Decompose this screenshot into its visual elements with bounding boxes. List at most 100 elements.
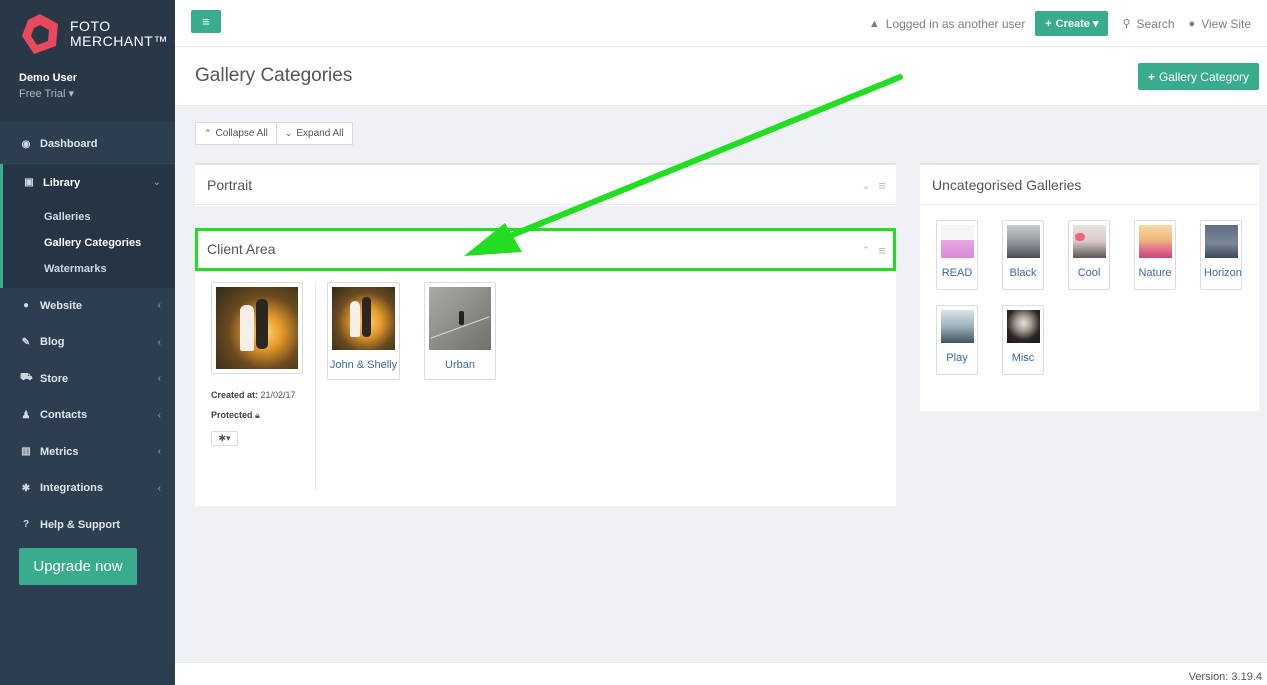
edit-icon: ✎ [21, 336, 31, 348]
protected-text: Protected 🔒︎ [211, 410, 260, 421]
gallery-name[interactable]: Misc [1003, 352, 1043, 364]
cover-photo [216, 287, 298, 369]
sidebar-item-blog[interactable]: ✎ Blog ‹ [0, 324, 175, 361]
caret-down-icon: ▾ [1092, 18, 1099, 30]
gallery-name[interactable]: Black [1003, 267, 1043, 279]
sidebar-item-label: Contacts [40, 409, 88, 422]
chevron-left-icon: ‹ [157, 373, 161, 385]
top-bar: ≡ ▲ Logged in as another user + Create ▾… [175, 0, 1267, 47]
chevron-up-icon[interactable]: ⌃ [861, 244, 870, 257]
gallery-thumb[interactable]: Urban [424, 282, 496, 380]
library-subnav: Galleries Gallery Categories Watermarks [0, 201, 175, 288]
page-header: Gallery Categories + Gallery Category [175, 47, 1267, 106]
gallery-thumb[interactable]: Misc [1002, 305, 1044, 375]
gallery-thumb[interactable]: Horizon [1200, 220, 1242, 290]
expand-all-label: Expand All [296, 128, 344, 139]
sidebar-subitem-watermarks[interactable]: Watermarks [3, 256, 175, 282]
collapse-expand-toolbar: ⌃ Collapse All ⌄ Expand All [195, 122, 353, 145]
sidebar-subitem-galleries[interactable]: Galleries [3, 204, 175, 230]
plus-icon: + [1147, 69, 1155, 84]
search-label: Search [1136, 16, 1175, 31]
chevron-left-icon: ‹ [157, 446, 161, 458]
footer: Version: 3.19.4 [175, 662, 1267, 685]
divider [315, 282, 316, 490]
gallery-name[interactable]: Nature [1135, 267, 1175, 279]
drag-handle-icon[interactable]: ≡ [878, 243, 886, 258]
search-link[interactable]: ⚲ Search [1122, 17, 1174, 31]
gallery-thumb[interactable]: Play [936, 305, 978, 375]
chevron-down-icon: ⌄ [284, 128, 293, 138]
create-dropdown-button[interactable]: + Create ▾ [1035, 11, 1109, 36]
gallery-photo [1205, 225, 1238, 258]
sidebar-item-library[interactable]: ▣ Library ⌄ [0, 163, 175, 202]
sidebar-nav: ◉ Dashboard ▣ Library ⌄ Galleries Galler… [0, 122, 175, 543]
gallery-thumb[interactable]: Cool [1068, 220, 1110, 290]
sidebar-subitem-gallery-categories[interactable]: Gallery Categories [3, 230, 175, 256]
chevron-left-icon: ‹ [157, 482, 161, 494]
uncategorised-title: Uncategorised Galleries [932, 176, 1082, 193]
gallery-photo [1007, 225, 1040, 258]
gallery-name[interactable]: John & Shelly [328, 359, 399, 371]
category-header-client-area[interactable]: Client Area ⌃ ≡ [195, 228, 896, 271]
upgrade-now-button[interactable]: Upgrade now [19, 548, 137, 585]
chevron-left-icon: ‹ [157, 300, 161, 312]
created-at-label: Created at: [211, 390, 259, 400]
gallery-name[interactable]: Urban [425, 359, 495, 371]
gallery-photo [1073, 225, 1106, 258]
sidebar-item-contacts[interactable]: ♟ Contacts ‹ [0, 397, 175, 434]
category-settings-button[interactable]: ✱▾ [211, 431, 238, 446]
sidebar-item-website[interactable]: ● Website ‹ [0, 288, 175, 325]
gallery-thumb[interactable]: Nature [1134, 220, 1176, 290]
create-label: Create [1055, 17, 1090, 30]
gallery-thumb[interactable]: Black [1002, 220, 1044, 290]
panel-tools: ⌃ ≡ [861, 243, 886, 258]
sidebar-item-integrations[interactable]: ✱ Integrations ‹ [0, 470, 175, 507]
gallery-name[interactable]: Play [937, 352, 977, 364]
version-text: Version: 3.19.4 [1188, 671, 1262, 683]
brand-line1: FOTO [70, 18, 111, 34]
top-bar-actions: ▲ Logged in as another user + Create ▾ ⚲… [855, 11, 1251, 36]
user-plan-dropdown[interactable]: Free Trial ▾ [19, 87, 74, 100]
collapse-all-button[interactable]: ⌃ Collapse All [195, 122, 277, 145]
category-header-portrait[interactable]: Portrait ⌄ ≡ [195, 165, 896, 205]
add-gallery-category-label: Gallery Category [1158, 69, 1249, 84]
category-title: Client Area [207, 241, 276, 257]
logo-mark-icon [18, 12, 62, 56]
view-site-label: View Site [1201, 16, 1251, 31]
drag-handle-icon[interactable]: ≡ [878, 178, 886, 193]
sidebar-item-label: Help & Support [40, 518, 121, 531]
menu-toggle-button[interactable]: ≡ [191, 10, 221, 33]
gallery-name[interactable]: Cool [1069, 267, 1109, 279]
sidebar-item-label: Library [43, 176, 81, 189]
gallery-thumb[interactable]: READ [936, 220, 978, 290]
sidebar-item-label: Website [40, 299, 82, 312]
chevron-up-icon: ⌃ [204, 128, 212, 138]
gallery-name[interactable]: READ [937, 267, 977, 279]
view-site-link[interactable]: ● View Site [1189, 17, 1251, 31]
protected-label: Protected [211, 410, 253, 420]
category-cover-image[interactable] [211, 282, 303, 374]
logged-in-label: Logged in as another user [885, 16, 1026, 31]
user-name: Demo User [19, 72, 78, 84]
gallery-name[interactable]: Horizon [1201, 267, 1241, 279]
caret-down-icon: ▾ [68, 88, 75, 100]
hamburger-icon: ≡ [202, 14, 210, 29]
gallery-thumb[interactable]: John & Shelly [327, 282, 400, 380]
sidebar-item-label: Dashboard [40, 138, 98, 151]
dashboard-icon: ◉ [21, 138, 31, 150]
gear-icon: ✱ [218, 433, 226, 443]
gear-icon: ✱ [21, 482, 31, 494]
user-plan-label: Free Trial [19, 88, 66, 100]
sidebar-item-label: Blog [40, 336, 65, 349]
user-icon: ♟ [21, 409, 31, 421]
sidebar-item-metrics[interactable]: ▥ Metrics ‹ [0, 434, 175, 471]
sidebar-item-store[interactable]: ⛟ Store ‹ [0, 361, 175, 398]
lock-icon: 🔒︎ [255, 410, 260, 420]
expand-all-button[interactable]: ⌄ Expand All [276, 122, 353, 145]
logged-in-as-link[interactable]: ▲ Logged in as another user [869, 17, 1025, 31]
sidebar-item-help[interactable]: ? Help & Support [0, 507, 175, 544]
sidebar-item-dashboard[interactable]: ◉ Dashboard [0, 126, 175, 163]
add-gallery-category-button[interactable]: + Gallery Category [1137, 63, 1259, 90]
brand-logo[interactable]: FOTO MERCHANT™ [18, 12, 168, 56]
chevron-down-icon[interactable]: ⌄ [861, 179, 870, 192]
